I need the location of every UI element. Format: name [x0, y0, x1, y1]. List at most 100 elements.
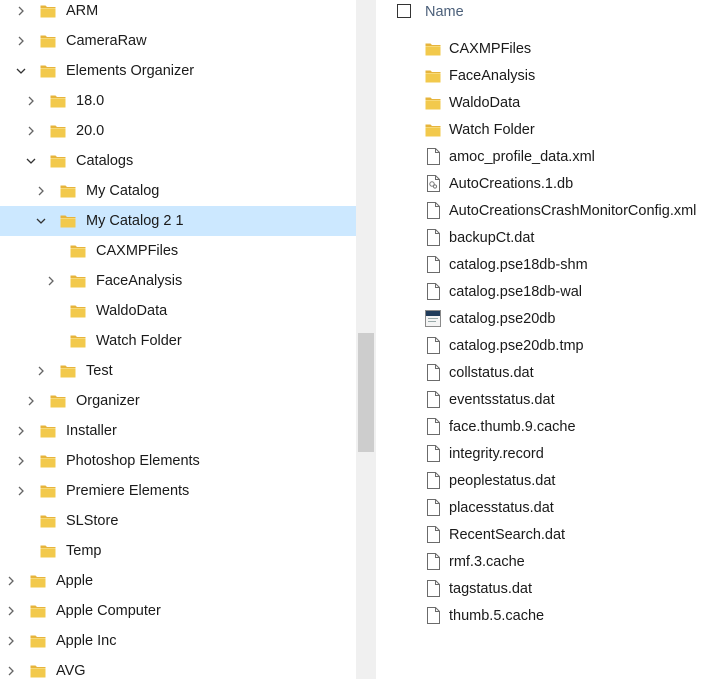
file-list-item[interactable]: face.thumb.9.cache: [376, 413, 711, 440]
tree-item-apple-inc[interactable]: Apple Inc: [0, 626, 356, 656]
file-list-item[interactable]: CAXMPFiles: [376, 35, 711, 62]
chevron-down-icon[interactable]: [34, 214, 48, 228]
file-list-item[interactable]: amoc_profile_data.xml: [376, 143, 711, 170]
tree-item-temp[interactable]: Temp: [0, 536, 356, 566]
chevron-right-icon[interactable]: [4, 634, 18, 648]
chevron-right-icon[interactable]: [24, 124, 38, 138]
tree-item-test[interactable]: Test: [0, 356, 356, 386]
folder-icon: [40, 3, 56, 19]
tree-vertical-scrollbar[interactable]: [356, 0, 376, 679]
folder-icon: [40, 513, 56, 529]
file-name: tagstatus.dat: [449, 580, 533, 597]
file-list-item[interactable]: catalog.pse20db.tmp: [376, 332, 711, 359]
file-list-item[interactable]: peoplestatus.dat: [376, 467, 711, 494]
chevron-right-icon[interactable]: [14, 484, 28, 498]
tree-item-elements-organizer[interactable]: Elements Organizer: [0, 56, 356, 86]
tree-item-18-0[interactable]: 18.0: [0, 86, 356, 116]
tree-item-cameraraw[interactable]: CameraRaw: [0, 26, 356, 56]
file-icon: [425, 337, 441, 355]
chevron-right-icon[interactable]: [4, 604, 18, 618]
chevron-down-icon[interactable]: [14, 64, 28, 78]
column-header-name[interactable]: Name: [425, 4, 464, 20]
tree-item-waldodata[interactable]: WaldoData: [0, 296, 356, 326]
tree-item-arm[interactable]: ARM: [0, 0, 356, 26]
tree-item-faceanalysis[interactable]: FaceAnalysis: [0, 266, 356, 296]
file-list-item[interactable]: collstatus.dat: [376, 359, 711, 386]
chevron-right-icon[interactable]: [14, 424, 28, 438]
scrollbar-thumb[interactable]: [358, 333, 374, 452]
file-list-item[interactable]: catalog.pse18db-wal: [376, 278, 711, 305]
tree-item-caxmpfiles[interactable]: CAXMPFiles: [0, 236, 356, 266]
tree-item-label: Catalogs: [76, 153, 134, 169]
file-list-item[interactable]: FaceAnalysis: [376, 62, 711, 89]
file-name: catalog.pse20db: [449, 310, 556, 327]
tree-item-label: 18.0: [76, 93, 105, 109]
file-name: face.thumb.9.cache: [449, 418, 576, 435]
chevron-right-icon[interactable]: [4, 574, 18, 588]
tree-item-label: FaceAnalysis: [96, 273, 183, 289]
chevron-right-icon[interactable]: [24, 394, 38, 408]
tree-item-premiere-elements[interactable]: Premiere Elements: [0, 476, 356, 506]
file-name: integrity.record: [449, 445, 544, 462]
tree-item-label: WaldoData: [96, 303, 168, 319]
chevron-right-icon[interactable]: [34, 364, 48, 378]
file-icon: [425, 580, 441, 598]
file-list-item[interactable]: Watch Folder: [376, 116, 711, 143]
expander-placeholder: [14, 514, 28, 528]
file-list-item[interactable]: placesstatus.dat: [376, 494, 711, 521]
tree-item-my-catalog[interactable]: My Catalog: [0, 176, 356, 206]
file-list-item[interactable]: AutoCreations.1.db: [376, 170, 711, 197]
file-list-item[interactable]: eventsstatus.dat: [376, 386, 711, 413]
chevron-right-icon[interactable]: [24, 94, 38, 108]
file-icon: [425, 472, 441, 490]
select-all-checkbox[interactable]: [397, 4, 411, 18]
tree-item-label: Temp: [66, 543, 102, 559]
tree-item-slstore[interactable]: SLStore: [0, 506, 356, 536]
tree-item-apple-computer[interactable]: Apple Computer: [0, 596, 356, 626]
tree-item-my-catalog-2-1[interactable]: My Catalog 2 1: [0, 206, 356, 236]
tree-item-organizer[interactable]: Organizer: [0, 386, 356, 416]
tree-item-watch-folder[interactable]: Watch Folder: [0, 326, 356, 356]
file-icon: [425, 148, 441, 166]
chevron-right-icon[interactable]: [4, 664, 18, 678]
folder-icon: [40, 453, 56, 469]
chevron-right-icon[interactable]: [14, 4, 28, 18]
tree-item-label: SLStore: [66, 513, 119, 529]
file-name: AutoCreations.1.db: [449, 175, 574, 192]
file-list-item[interactable]: RecentSearch.dat: [376, 521, 711, 548]
chevron-down-icon[interactable]: [24, 154, 38, 168]
file-name: eventsstatus.dat: [449, 391, 555, 408]
file-icon: [425, 526, 441, 544]
tree-item-catalogs[interactable]: Catalogs: [0, 146, 356, 176]
folder-icon: [60, 213, 76, 229]
tree-item-20-0[interactable]: 20.0: [0, 116, 356, 146]
file-name: WaldoData: [449, 94, 521, 111]
tree-item-label: Elements Organizer: [66, 63, 195, 79]
tree-item-installer[interactable]: Installer: [0, 416, 356, 446]
chevron-right-icon[interactable]: [14, 34, 28, 48]
file-list-item[interactable]: integrity.record: [376, 440, 711, 467]
folder-icon: [50, 93, 66, 109]
file-list-item[interactable]: backupCt.dat: [376, 224, 711, 251]
folder-icon: [40, 33, 56, 49]
tree-item-label: ARM: [66, 3, 99, 19]
chevron-right-icon[interactable]: [34, 184, 48, 198]
tree-item-label: Apple Computer: [56, 603, 161, 619]
file-list-item[interactable]: thumb.5.cache: [376, 602, 711, 629]
tree-item-avg[interactable]: AVG: [0, 656, 356, 679]
file-list-item[interactable]: AutoCreationsCrashMonitorConfig.xml: [376, 197, 711, 224]
file-list-item[interactable]: WaldoData: [376, 89, 711, 116]
folder-icon: [30, 603, 46, 619]
chevron-right-icon[interactable]: [44, 274, 58, 288]
tree-item-label: Apple: [56, 573, 94, 589]
tree-item-photoshop-elements[interactable]: Photoshop Elements: [0, 446, 356, 476]
file-list-item[interactable]: rmf.3.cache: [376, 548, 711, 575]
tree-item-label: Organizer: [76, 393, 140, 409]
file-list-item[interactable]: catalog.pse18db-shm: [376, 251, 711, 278]
file-list-pane: Name CAXMPFiles FaceAnalysis WaldoData Watc…: [376, 0, 711, 679]
file-list-item[interactable]: tagstatus.dat: [376, 575, 711, 602]
tree-item-apple[interactable]: Apple: [0, 566, 356, 596]
chevron-right-icon[interactable]: [14, 454, 28, 468]
file-list-item[interactable]: catalog.pse20db: [376, 305, 711, 332]
folder-icon: [70, 273, 86, 289]
